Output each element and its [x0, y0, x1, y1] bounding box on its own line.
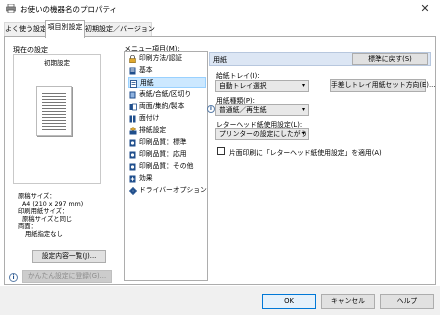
restore-defaults-button[interactable]: 標準に戻す(S) — [352, 53, 428, 65]
summary-line: 両面： — [18, 223, 37, 231]
menu-item-basic[interactable]: 基本 — [128, 65, 206, 76]
menu-item-cover-separator[interactable]: 表紙/合紙/区切り — [128, 89, 206, 100]
menu-item-effects[interactable]: 効果 — [128, 173, 206, 184]
summary-line: 用紙指定なし — [25, 230, 63, 238]
settings-summary: 原稿サイズ： A4 (210 x 297 mm) 印刷用紙サイズ： 原稿サイズと… — [18, 193, 110, 239]
tab-strip: よく使う設定 項目別設定 初期設定／バージョン — [0, 18, 440, 38]
chevron-down-icon: ▾ — [301, 82, 305, 89]
preview-caption: 初期設定 — [44, 59, 70, 67]
tab-item-settings[interactable]: 項目別設定 — [45, 20, 85, 38]
quality-icon — [129, 151, 136, 159]
close-button[interactable]: ✕ — [413, 1, 437, 17]
lock-icon — [129, 54, 136, 63]
effects-icon — [129, 175, 136, 183]
menu-item-label: 印刷品質：応用 — [139, 150, 187, 158]
menu-item-label: 印刷品質：標準 — [139, 138, 187, 146]
menu-item-label: 両面/集約/製本 — [139, 102, 185, 110]
paper-tray-select[interactable]: 自動トレイ選択 ▾ — [215, 80, 309, 92]
summary-line: 印刷用紙サイズ： — [18, 208, 69, 216]
menu-item-label: 面付け — [139, 114, 160, 122]
chevron-down-icon: ▾ — [301, 106, 305, 113]
menu-item-print-method[interactable]: 印刷方法/認証 — [128, 53, 206, 64]
printer-icon — [6, 3, 16, 14]
menu-item-label: 表紙/合紙/区切り — [139, 90, 192, 98]
quality-icon — [129, 163, 136, 171]
close-icon: ✕ — [420, 2, 430, 15]
menu-item-label: ドライバーオプション — [139, 186, 207, 194]
section-title: 用紙 — [213, 56, 227, 64]
cover-sheet-icon — [129, 91, 136, 99]
chevron-down-icon: ▾ — [301, 130, 305, 137]
paper-icon — [130, 80, 137, 88]
menu-item-output[interactable]: 排紙設定 — [128, 125, 206, 136]
ok-button[interactable]: OK — [262, 294, 316, 309]
imposition-icon — [129, 115, 136, 123]
simplex-letterhead-checkbox[interactable] — [217, 147, 225, 155]
output-tray-icon — [129, 127, 137, 135]
menu-item-label: 印刷方法/認証 — [139, 54, 183, 62]
menu-item-driver-options[interactable]: ドライバーオプション — [128, 185, 207, 196]
register-easy-setting-button[interactable]: かんたん設定に登録(G)... — [22, 270, 112, 283]
menu-item-label: 用紙 — [140, 79, 154, 87]
page-thumbnail-icon — [36, 86, 72, 136]
help-button[interactable]: ヘルプ — [380, 294, 434, 309]
info-icon: i — [9, 273, 18, 282]
document-icon — [129, 67, 136, 75]
window-title: お使いの機器名のプロパティ — [20, 5, 118, 14]
letterhead-select[interactable]: プリンターの設定にしたがう ▾ — [215, 128, 309, 140]
paper-tray-label: 給紙トレイ(I): — [216, 72, 260, 80]
simplex-letterhead-checkbox-label[interactable]: 片面印刷に「レターヘッド紙使用設定」を適用(A) — [229, 147, 382, 157]
menu-item-quality-standard[interactable]: 印刷品質：標準 — [128, 137, 206, 148]
summary-line: 原稿サイズ： — [18, 193, 56, 200]
menu-item-label: 効果 — [139, 174, 153, 182]
quality-icon — [129, 139, 136, 147]
tab-initial-settings-version[interactable]: 初期設定／バージョン — [84, 22, 155, 37]
settings-list-button[interactable]: 設定内容一覧(J)... — [32, 250, 106, 263]
letterhead-value: プリンターの設定にしたがう — [219, 130, 308, 138]
menu-item-quality-other[interactable]: 印刷品質：その他 — [128, 161, 206, 172]
paper-type-select[interactable]: 普通紙／再生紙 ▾ — [215, 104, 309, 116]
paper-type-value: 普通紙／再生紙 — [219, 106, 267, 114]
cancel-button[interactable]: キャンセル — [321, 294, 375, 309]
tab-frequent-settings[interactable]: よく使う設定 — [4, 22, 47, 37]
bypass-tray-orientation-button[interactable]: 手差しトレイ用紙セット方向(E)... — [330, 79, 435, 92]
duplex-icon — [129, 103, 137, 111]
gear-icon — [129, 187, 137, 195]
menu-item-label: 基本 — [139, 66, 153, 74]
menu-item-quality-advanced[interactable]: 印刷品質：応用 — [128, 149, 206, 160]
menu-item-duplex-booklet[interactable]: 両面/集約/製本 — [128, 101, 206, 112]
info-icon: i — [207, 105, 215, 113]
menu-item-label: 排紙設定 — [139, 126, 167, 134]
menu-item-label: 印刷品質：その他 — [139, 162, 194, 170]
menu-item-imposition[interactable]: 面付け — [128, 113, 206, 124]
paper-tray-value: 自動トレイ選択 — [219, 82, 267, 90]
menu-item-paper[interactable]: 用紙 — [128, 77, 206, 88]
